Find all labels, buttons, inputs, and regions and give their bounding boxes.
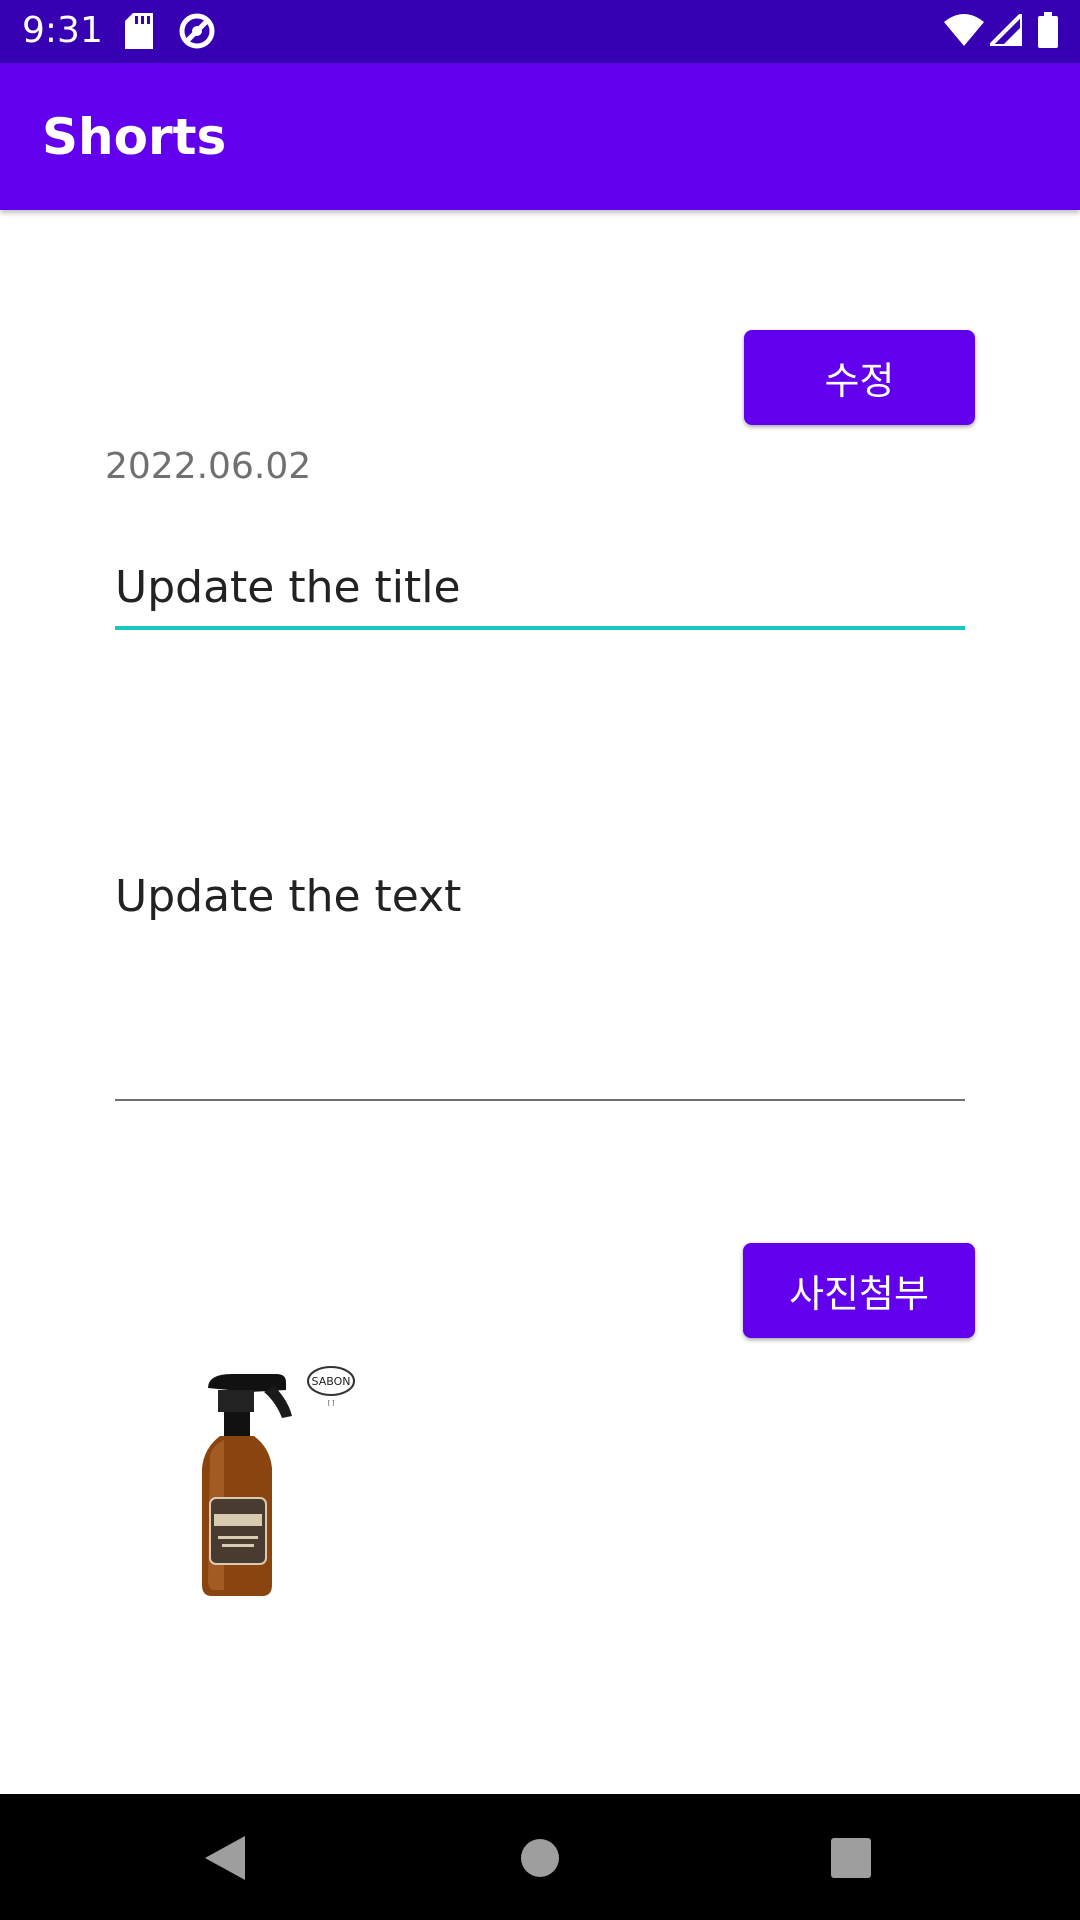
text-input-underline	[115, 1099, 965, 1101]
attached-image: SABON [ ]	[190, 1360, 370, 1600]
edit-button[interactable]: 수정	[744, 330, 975, 425]
app-bar: Shorts	[0, 63, 1080, 210]
attach-photo-button[interactable]: 사진첨부	[743, 1243, 975, 1338]
sd-card-icon	[125, 13, 153, 54]
title-input-value[interactable]: Update the title	[115, 562, 461, 613]
navigation-bar	[0, 1794, 1080, 1920]
title-input-underline	[115, 626, 965, 630]
text-input-value[interactable]: Update the text	[115, 871, 461, 922]
cell-signal-icon	[985, 9, 1024, 51]
svg-text:[ ]: [ ]	[328, 1400, 335, 1407]
sync-icon	[178, 12, 216, 55]
status-time: 9:31	[22, 10, 103, 51]
home-icon[interactable]	[520, 1838, 560, 1883]
spray-bottle-image: SABON [ ]	[202, 1366, 355, 1596]
recents-icon[interactable]	[831, 1838, 871, 1883]
status-bar: 9:31	[0, 0, 1080, 63]
app-title: Shorts	[42, 108, 227, 166]
date-label: 2022.06.02	[105, 446, 312, 487]
back-icon[interactable]	[205, 1836, 245, 1885]
wifi-icon	[944, 14, 984, 51]
brand-logo: SABON	[312, 1375, 351, 1388]
battery-icon	[1038, 12, 1058, 53]
